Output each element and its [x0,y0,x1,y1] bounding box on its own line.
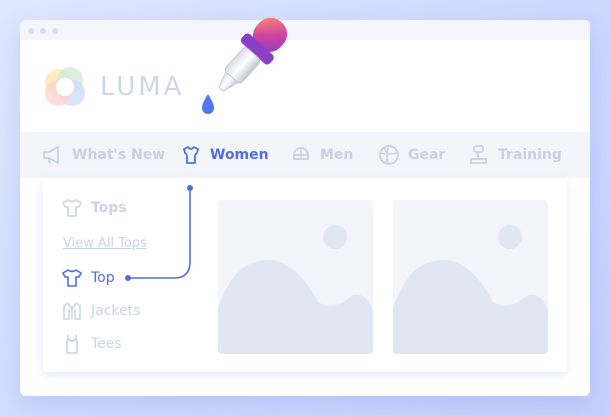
men-cap-icon [293,147,309,160]
nav-label: Training [498,147,562,163]
nav-label: Women [210,147,269,163]
nav-item-men[interactable]: Men [290,132,353,178]
menu-heading-label: Tops [91,200,127,216]
women-shirt-icon [183,146,199,164]
image-placeholder-icon [218,225,373,354]
nav-label: Gear [408,147,446,163]
nav-label: What's New [72,147,166,163]
browser-window: LUMA What's New Women Men Gear Training … [20,20,590,396]
nav-item-whats-new[interactable]: What's New [42,132,165,178]
nav-item-gear[interactable]: Gear [378,132,445,178]
main-nav: What's New Women Men Gear Training [20,132,590,178]
training-icon [470,145,487,164]
window-dot-icon[interactable] [52,28,58,34]
luma-logo-icon[interactable] [42,64,88,110]
product-image-placeholder[interactable] [218,200,373,354]
window-dot-icon[interactable] [40,28,46,34]
jacket-icon [63,302,81,320]
view-all-label: View All Tops [63,236,147,251]
view-all-tops-link[interactable]: View All Tops [63,236,147,251]
ball-icon [379,145,399,165]
tshirt-icon [62,269,82,287]
nav-item-women[interactable]: Women [180,132,269,178]
tank-icon [65,335,79,354]
menu-item-tees[interactable]: Tees [61,334,122,354]
nav-label: Men [320,147,354,163]
nav-item-training[interactable]: Training [468,132,562,178]
window-dot-icon[interactable] [28,28,34,34]
product-image-placeholder[interactable] [393,200,548,354]
brand-name[interactable]: LUMA [100,72,184,102]
menu-item-top[interactable]: Top [61,268,115,288]
image-placeholder-icon [393,225,548,354]
megaphone-icon [43,146,59,164]
title-bar [20,20,590,40]
drop-icon [202,94,214,114]
menu-heading-tops[interactable]: Tops [61,198,127,218]
menu-item-label: Tees [91,336,122,352]
mega-menu-dropdown: Tops View All Tops Top Jackets Tees [43,178,567,372]
menu-item-label: Jackets [91,303,141,319]
menu-item-label: Top [91,270,115,286]
menu-item-jackets[interactable]: Jackets [61,301,140,321]
tshirt-icon [62,199,82,217]
